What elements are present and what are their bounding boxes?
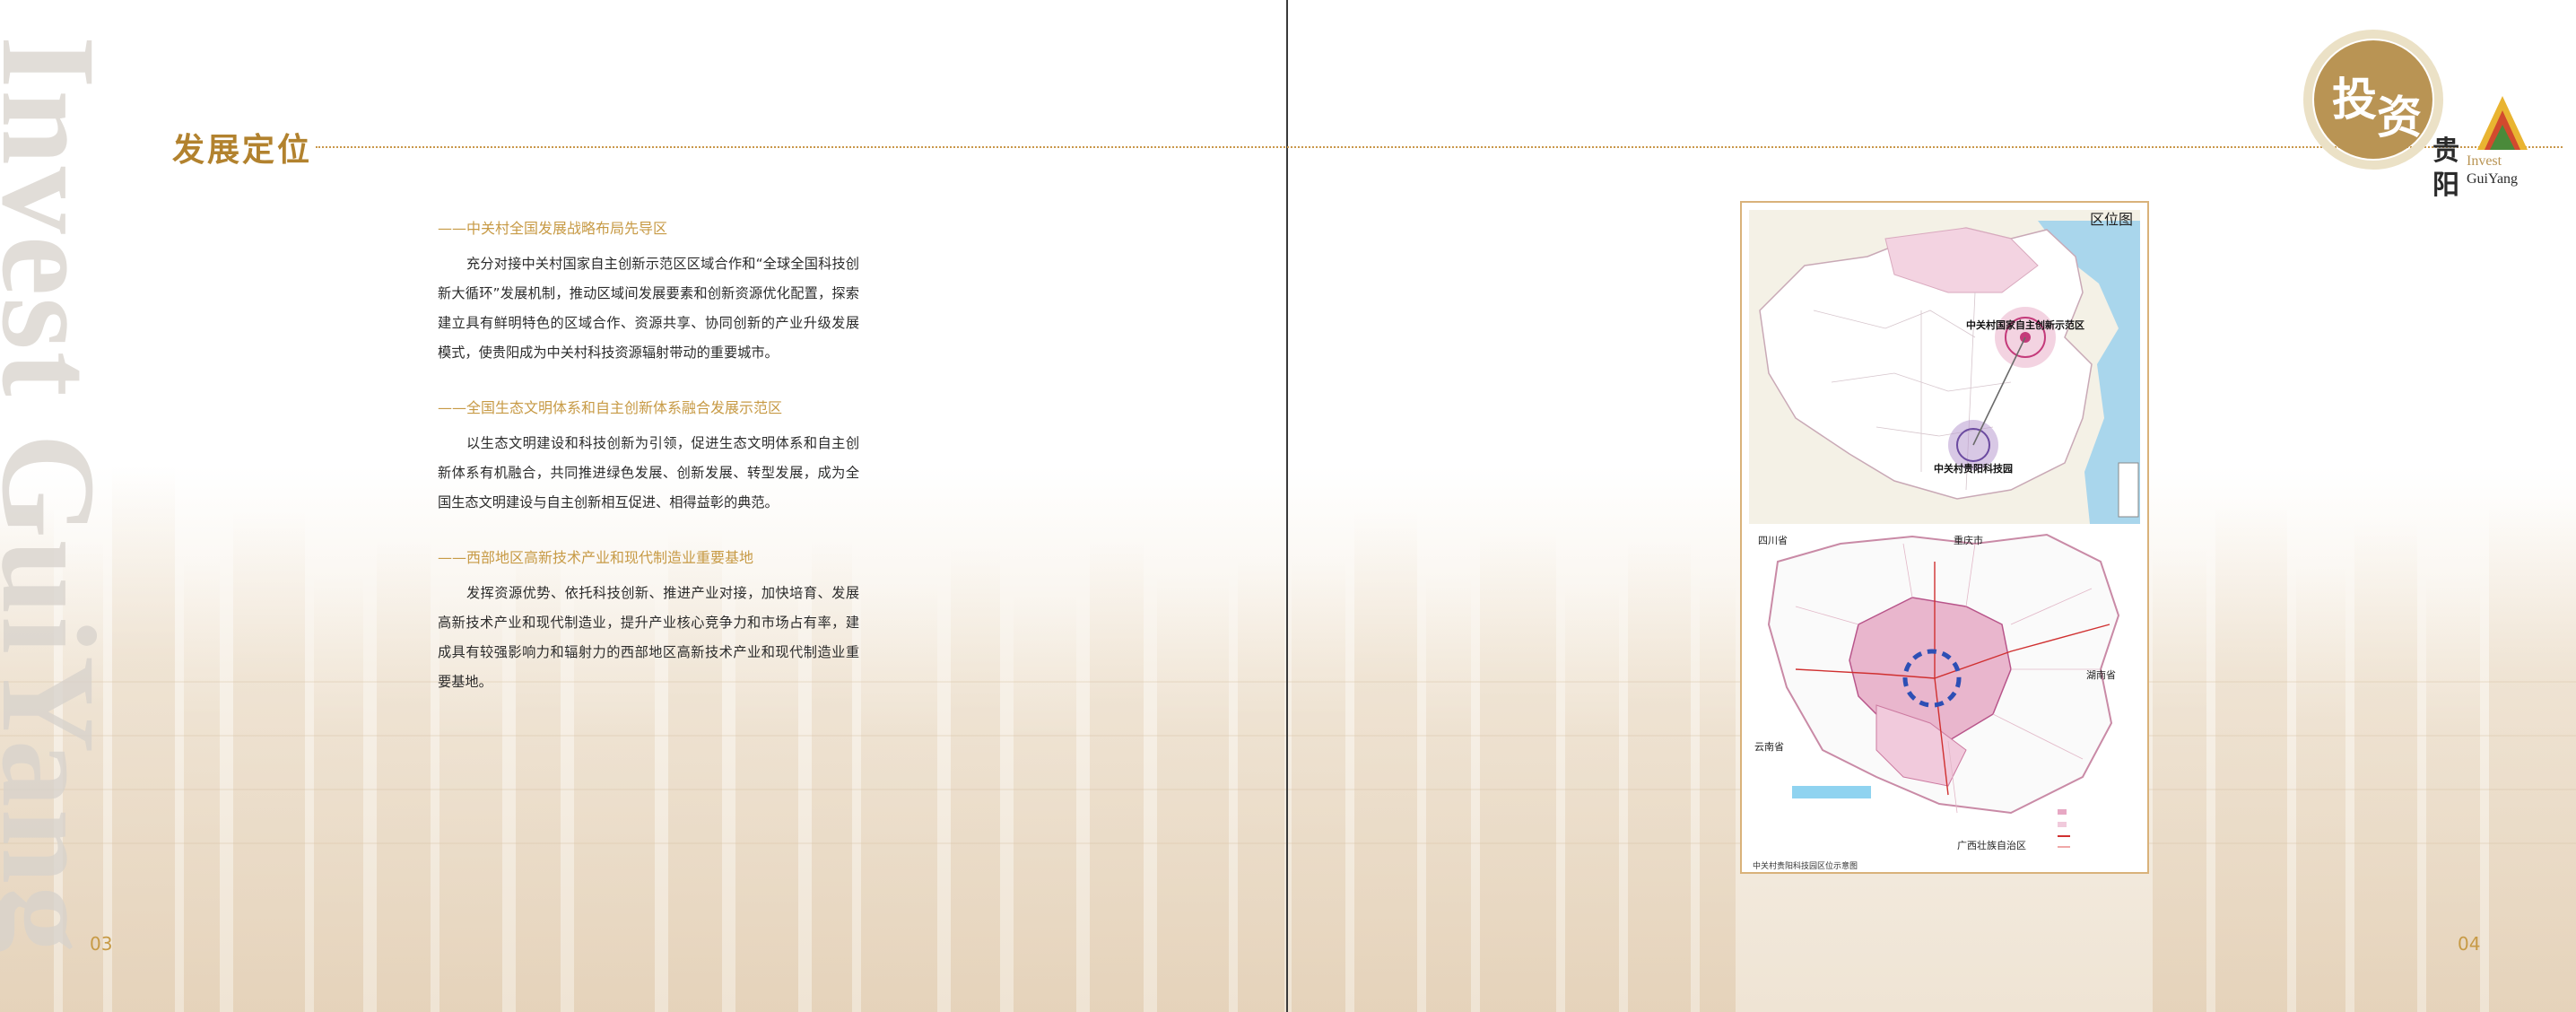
section-heading: 发展定位 — [172, 132, 313, 169]
south-china-sea-inset — [2118, 462, 2139, 518]
map-label-beijing: 中关村国家自主创新示范区 — [1966, 318, 2084, 331]
logo-char-1: 投 — [2332, 73, 2377, 126]
brochure-spread: Invest GuiYang 发展定位 ——中关村全国发展战略布局先导区 充分对… — [0, 0, 2576, 1012]
dotted-divider — [316, 146, 2563, 148]
logo-english-2: GuiYang — [2467, 171, 2519, 187]
city-skyline-background — [0, 467, 2576, 1012]
item-text: 以生态文明建设和科技创新为引领，促进生态文明体系和自主创新体系有机融合，共同推进… — [438, 435, 859, 510]
map-caption: 中关村贵阳科技园区位示意图 — [1753, 860, 1858, 871]
map-label-hunan: 湖南省 — [2086, 669, 2116, 681]
item-text: 发挥资源优势、依托科技创新、推进产业对接，加快培育、发展高新技术产业和现代制造业… — [438, 585, 859, 690]
page-spine — [1286, 0, 1288, 1012]
page-number-left: 03 — [90, 933, 113, 955]
map-label-sichuan: 四川省 — [1758, 535, 1788, 546]
map-label-guiyang: 中关村贵阳科技园 — [1934, 462, 2013, 475]
item-title: ——全国生态文明体系和自主创新体系融合发展示范区 — [438, 399, 783, 416]
map-top-title: 区位图 — [2090, 211, 2133, 228]
location-map: 区位图 中关村国家自主创新示范区 中关村贵阳科技园 四川省 重庆市 湖南省 云南… — [1740, 201, 2149, 874]
invest-guiyang-logo: 投 资 贵 阳 Invest GuiYang — [2296, 22, 2565, 220]
map-label-yunnan: 云南省 — [1754, 741, 1784, 753]
map-label-chongqing: 重庆市 — [1954, 534, 1983, 546]
item-title: ——西部地区高新技术产业和现代制造业重要基地 — [438, 549, 754, 566]
mountain-icon — [2477, 96, 2528, 150]
map-label-guangxi: 广西壮族自治区 — [1957, 839, 2026, 851]
logo-english-1: Invest — [2467, 153, 2502, 169]
logo-char-2: 资 — [2377, 91, 2422, 144]
page-number-right: 04 — [2458, 933, 2481, 955]
location-map-svg: 区位图 中关村国家自主创新示范区 中关村贵阳科技园 四川省 重庆市 湖南省 云南… — [1749, 210, 2140, 871]
logo-vertical-char-2: 阳 — [2432, 170, 2459, 201]
content-column: ——中关村全国发展战略布局先导区 充分对接中关村国家自主创新示范区区域合作和“全… — [438, 217, 859, 726]
map-label-box — [1792, 786, 1871, 798]
vertical-watermark-title: Invest GuiYang — [0, 36, 123, 955]
item-text: 充分对接中关村国家自主创新示范区区域合作和“全球全国科技创新大循环”发展机制，推… — [438, 256, 859, 361]
item-title: ——中关村全国发展战略布局先导区 — [438, 220, 668, 237]
